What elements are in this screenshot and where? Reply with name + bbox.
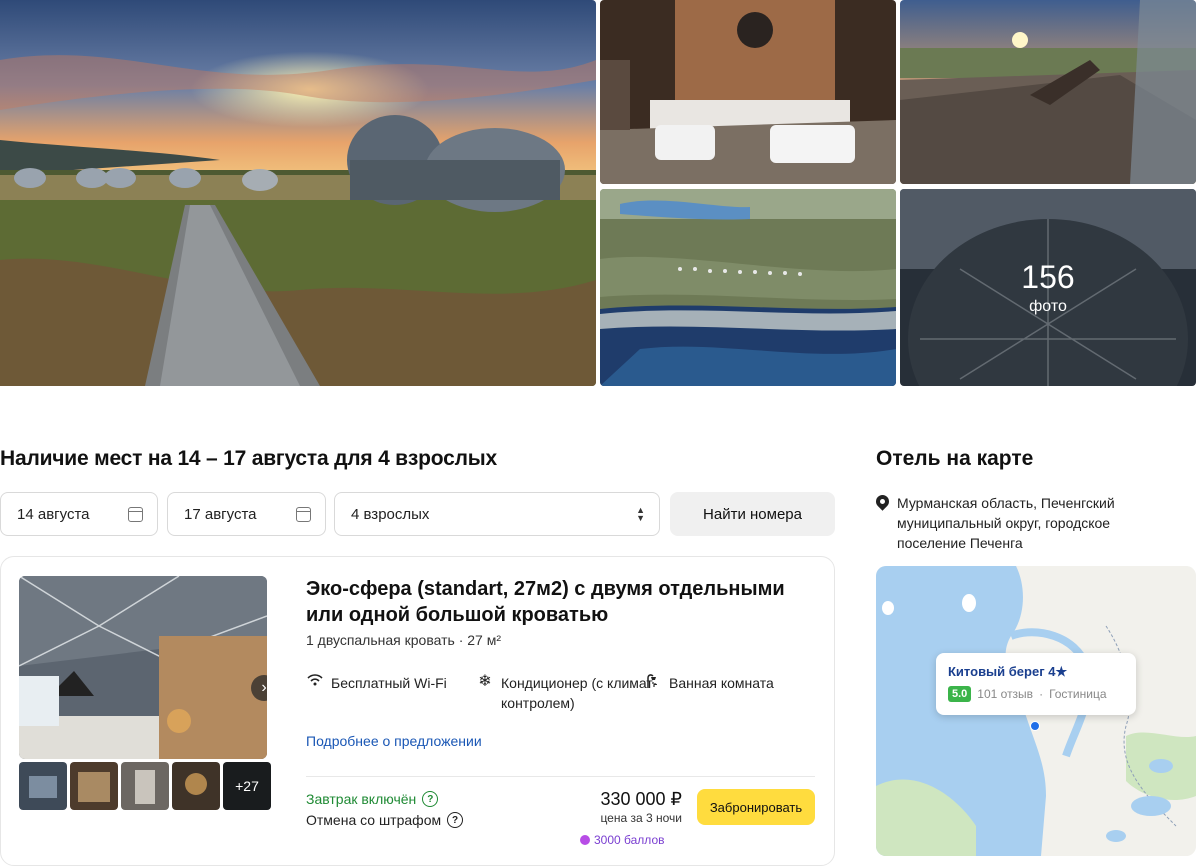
calendar-icon <box>296 507 311 522</box>
separator-dot: · <box>1039 687 1044 701</box>
book-button[interactable]: Забронировать <box>697 789 815 825</box>
map-location-marker[interactable] <box>1030 721 1040 731</box>
area-info: 27 м² <box>467 632 502 648</box>
breakfast-included: Завтрак включён ? <box>306 791 439 807</box>
amenity-label: Кондиционер (с климат-контролем) <box>501 675 658 711</box>
help-icon[interactable]: ? <box>422 791 439 807</box>
gallery-photo-terrace[interactable] <box>900 0 1196 184</box>
room-title[interactable]: Эко-сфера (standart, 27м2) с двумя отдел… <box>306 576 806 628</box>
shower-icon <box>644 673 662 694</box>
hotel-type: Гостиница <box>1049 687 1107 701</box>
room-thumbnail[interactable] <box>121 762 169 810</box>
map-hotel-card[interactable]: Китовый берег 4★ 5.0 101 отзыв · Гостини… <box>936 653 1136 715</box>
breakfast-label: Завтрак включён <box>306 791 417 807</box>
gallery-main-photo[interactable] <box>0 0 596 386</box>
room-bed-area: 1 двуспальная кровать · 27 м² <box>306 632 502 648</box>
snowflake-icon: ❄ <box>478 673 492 690</box>
calendar-icon <box>128 507 143 522</box>
offer-details-link[interactable]: Подробнее о предложении <box>306 733 482 749</box>
room-thumbnail[interactable] <box>19 762 67 810</box>
location-pin-icon <box>876 495 889 512</box>
photo-count: 156 <box>1021 258 1075 295</box>
gallery-photo-aerial[interactable] <box>600 189 896 386</box>
help-icon[interactable]: ? <box>447 812 464 828</box>
more-photos-count: +27 <box>223 762 271 810</box>
check-in-value: 14 августа <box>17 505 90 523</box>
room-thumbnail-more[interactable]: +27 <box>223 762 271 810</box>
find-rooms-button[interactable]: Найти номера <box>670 492 835 536</box>
room-photo[interactable]: › <box>19 576 267 759</box>
wifi-icon <box>306 673 324 692</box>
rating-badge: 5.0 <box>948 686 972 702</box>
cancellation-label: Отмена со штрафом <box>306 812 442 828</box>
map-hotel-meta: 5.0 101 отзыв · Гостиница <box>948 686 1124 702</box>
hotel-address: Мурманская область, Печенгский муниципал… <box>876 493 1176 553</box>
cancellation-policy: Отмена со штрафом ? <box>306 812 464 828</box>
guests-select[interactable]: 4 взрослых ▲ ▼ <box>334 492 660 536</box>
amenity-bathroom: Ванная комната <box>644 673 774 694</box>
room-thumbnail[interactable] <box>172 762 220 810</box>
amenity-wifi: Бесплатный Wi-Fi <box>306 673 447 693</box>
address-text: Мурманская область, Печенгский муниципал… <box>897 495 1115 551</box>
guests-value: 4 взрослых <box>351 505 430 523</box>
price-note: цена за 3 ночи <box>600 811 682 825</box>
amenity-ac: ❄ Кондиционер (с климат-контролем) <box>476 673 661 713</box>
bed-info: 1 двуспальная кровать <box>306 632 455 648</box>
bonus-points: 3000 баллов <box>580 833 665 847</box>
room-thumbnails: +27 <box>19 762 271 810</box>
photo-count-overlay[interactable]: 156 фото <box>900 189 1196 386</box>
gallery-photo-bedroom[interactable] <box>600 0 896 184</box>
amenity-label: Бесплатный Wi-Fi <box>331 675 447 691</box>
check-out-field[interactable]: 17 августа <box>167 492 326 536</box>
gallery-photo-more[interactable]: 156 фото <box>900 189 1196 386</box>
plus-points-icon <box>580 835 590 845</box>
photo-gallery: 156 фото <box>0 0 1200 386</box>
amenity-label: Ванная комната <box>669 675 774 691</box>
reviews-count: 101 отзыв <box>977 687 1034 701</box>
availability-title: Наличие мест на 14 – 17 августа для 4 вз… <box>0 447 497 470</box>
photo-count-label: фото <box>1029 297 1067 315</box>
map-hotel-name: Китовый берег 4★ <box>948 664 1068 679</box>
bonus-value: 3000 баллов <box>594 833 665 847</box>
divider <box>306 776 815 777</box>
map-title: Отель на карте <box>876 447 1034 470</box>
check-out-value: 17 августа <box>184 505 257 523</box>
select-arrows-icon: ▲ ▼ <box>636 505 645 523</box>
room-price: 330 000 ₽ <box>600 789 682 809</box>
room-thumbnail[interactable] <box>70 762 118 810</box>
check-in-field[interactable]: 14 августа <box>0 492 158 536</box>
